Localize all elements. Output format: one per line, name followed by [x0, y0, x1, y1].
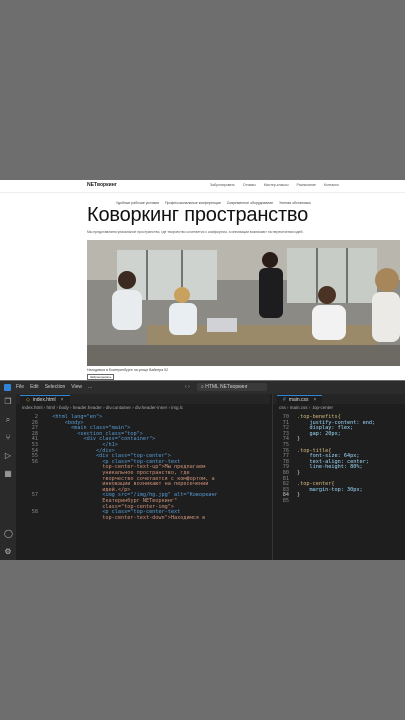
breadcrumb-item[interactable]: header.header: [73, 405, 102, 410]
book-button[interactable]: Забронировать: [87, 374, 115, 380]
nav-item-reviews[interactable]: Отзывы: [243, 183, 256, 187]
code-line[interactable]: top-center-text-down">Находимся в: [16, 515, 270, 521]
search-icon[interactable]: ⌕: [4, 416, 12, 424]
top-background: [0, 0, 405, 180]
hero-title: Коворкинг пространство: [87, 204, 309, 226]
editor-html[interactable]: ◇ index.html × index.html › html › body › …: [16, 394, 270, 560]
site-logo[interactable]: NETворкинг: [87, 182, 117, 188]
menu-more[interactable]: ...: [88, 384, 92, 390]
vscode-logo-icon: [4, 384, 11, 391]
menu-selection[interactable]: Selection: [45, 384, 66, 390]
tab-label: main.css: [288, 397, 309, 403]
coworking-photo: [87, 240, 400, 366]
breadcrumb-item[interactable]: main.css: [290, 405, 308, 410]
website-preview: NETворкинг Забронировать Отзывы Мастер-к…: [0, 180, 405, 380]
menu-bar: File Edit Selection View ...: [16, 384, 92, 390]
location-caption: Находимся в Екатеринбурге на улице Вайне…: [87, 368, 169, 372]
editor-css[interactable]: # main.css × css › main.css › .top-center …: [272, 394, 405, 560]
code-line[interactable]: 85: [273, 498, 405, 504]
source-control-icon[interactable]: ⑂: [4, 434, 12, 442]
nav-arrows-icon[interactable]: ‹ ›: [185, 384, 190, 390]
site-nav: Забронировать Отзывы Мастер-классы Распи…: [210, 183, 339, 187]
vscode-window: File Edit Selection View ... ‹ › ⌕ HTML …: [0, 381, 405, 560]
close-icon[interactable]: ×: [61, 397, 64, 403]
breadcrumb-item[interactable]: div.container: [106, 405, 131, 410]
line-number: 85: [282, 497, 289, 504]
account-icon[interactable]: ◯: [4, 530, 13, 538]
menu-edit[interactable]: Edit: [30, 384, 39, 390]
code-area[interactable]: 70 .top-benefits{71 justify-content: end;…: [273, 414, 405, 504]
code-area[interactable]: 2 <html lang="en"> 26 <body> 27 <main clas…: [16, 414, 270, 521]
menu-file[interactable]: File: [16, 384, 24, 390]
breadcrumb-item[interactable]: index.html: [22, 405, 43, 410]
bottom-background: [0, 560, 405, 720]
menu-view[interactable]: View: [71, 384, 82, 390]
breadcrumb-item[interactable]: .top-center: [312, 405, 334, 410]
breadcrumb-item[interactable]: body: [59, 405, 69, 410]
coworking-photo-illustration: [87, 240, 400, 366]
command-center-search[interactable]: ⌕ HTML NETворкинг: [197, 383, 267, 391]
tab-bar: # main.css ×: [273, 394, 405, 405]
site-header: NETворкинг Забронировать Отзывы Мастер-к…: [0, 180, 405, 193]
nav-item-contacts[interactable]: Контакты: [324, 183, 339, 187]
nav-item-schedule[interactable]: Расписание: [297, 183, 316, 187]
search-label: HTML NETворкинг: [205, 384, 248, 390]
tab-index-html[interactable]: ◇ index.html ×: [20, 395, 70, 405]
code-text: top-center-text-down">Находимся в: [46, 514, 206, 521]
breadcrumb-item[interactable]: img.lc: [171, 405, 183, 410]
explorer-icon[interactable]: ❐: [4, 398, 12, 406]
hero-text: Мы представляем уникальное пространство,…: [87, 230, 304, 234]
activity-bar: ❐ ⌕ ⑂ ▷ ▦ ◯ ⚙: [0, 394, 16, 560]
tab-main-css[interactable]: # main.css ×: [277, 395, 323, 405]
nav-item-book[interactable]: Забронировать: [210, 183, 235, 187]
breadcrumb: index.html › html › body › header.header…: [22, 405, 183, 410]
close-icon[interactable]: ×: [314, 397, 317, 403]
breadcrumb: css › main.css › .top-center: [279, 405, 334, 410]
tab-label: index.html: [32, 397, 56, 403]
breadcrumb-item[interactable]: div.header-inner: [135, 405, 167, 410]
nav-item-masterclasses[interactable]: Мастер-классы: [264, 183, 289, 187]
css-file-icon: #: [283, 397, 286, 403]
breadcrumb-item[interactable]: css: [279, 405, 286, 410]
run-debug-icon[interactable]: ▷: [4, 452, 12, 460]
breadcrumb-item[interactable]: html: [47, 405, 56, 410]
extensions-icon[interactable]: ▦: [4, 470, 12, 478]
tab-bar: ◇ index.html ×: [16, 394, 270, 405]
settings-gear-icon[interactable]: ⚙: [4, 548, 12, 556]
title-bar: File Edit Selection View ... ‹ › ⌕ HTML …: [0, 381, 405, 394]
html-file-icon: ◇: [26, 397, 30, 403]
